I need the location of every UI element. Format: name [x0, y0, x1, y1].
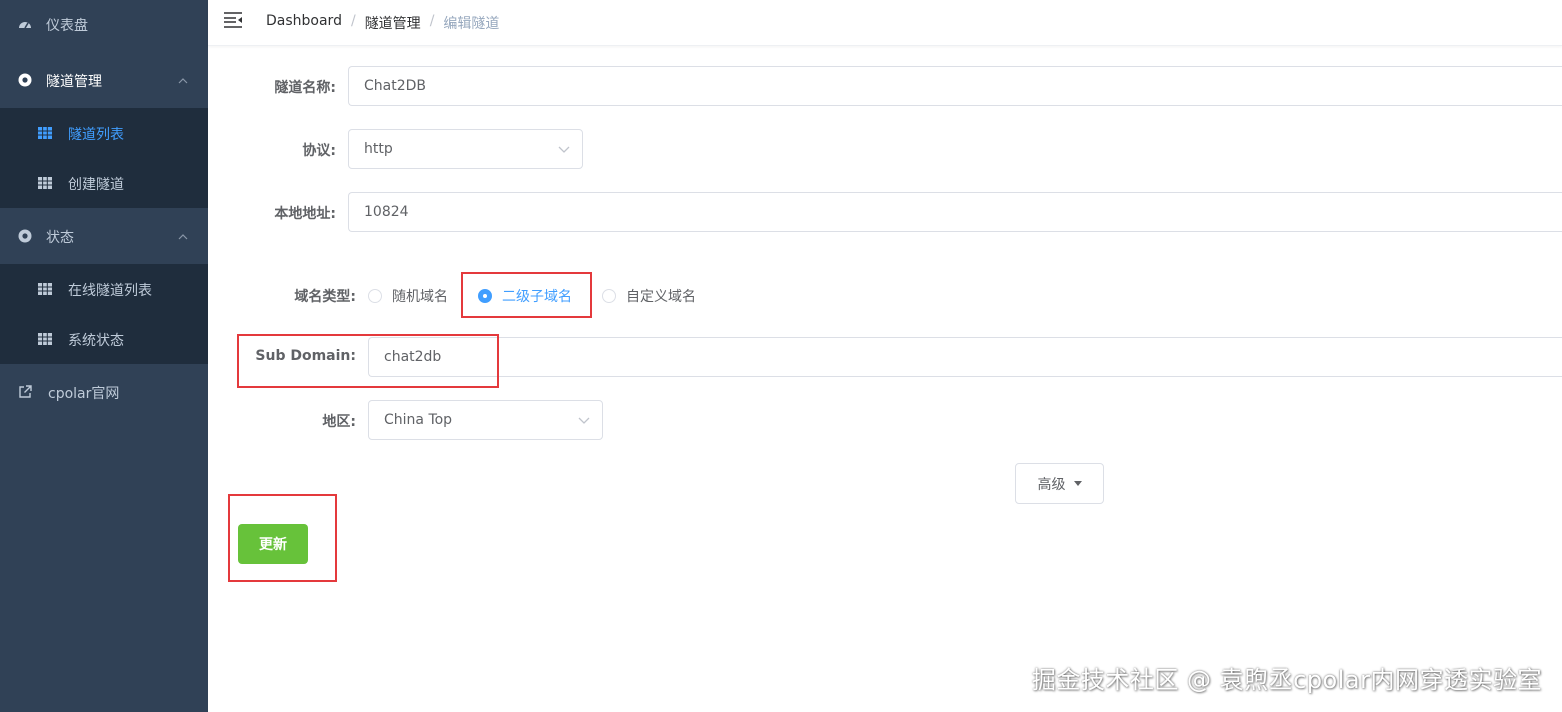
watermark: 掘金技术社区 @ 袁煦丞cpolar内网穿透实验室 [1031, 666, 1542, 694]
menu-item-tunnel-management[interactable]: 隧道管理 [0, 56, 208, 106]
radio-label: 随机域名 [392, 289, 448, 305]
breadcrumb-separator: / [429, 13, 435, 29]
submenu-label: 隧道列表 [68, 127, 124, 143]
external-link-icon [19, 385, 32, 398]
tunnel-name-label: 隧道名称: [274, 80, 336, 96]
radio-circle [602, 289, 616, 303]
radio-circle [368, 289, 382, 303]
sidebar: 仪表盘 隧道管理 隧道列表 创建隧道 状态 在线隧道列表 系统状态 cpolar… [0, 0, 208, 712]
sidebar-item-create-tunnel[interactable]: 创建隧道 [0, 158, 208, 208]
table-icon [38, 177, 52, 189]
radio-custom-domain[interactable]: 自定义域名 [602, 286, 696, 306]
radio-random-domain[interactable]: 随机域名 [368, 286, 448, 306]
local-address-input[interactable]: 10824 [348, 192, 1562, 232]
chevron-up-icon [178, 78, 188, 84]
protocol-select[interactable]: http [348, 129, 583, 169]
menu-label: 仪表盘 [46, 18, 88, 34]
chevron-down-icon [558, 146, 570, 153]
navbar: Dashboard / 隧道管理 / 编辑隧道 [208, 0, 1562, 46]
advanced-button[interactable]: 高级 [1015, 463, 1104, 504]
submenu-label: 系统状态 [68, 333, 124, 349]
protocol-value: http [364, 141, 393, 157]
menu-item-dashboard[interactable]: 仪表盘 [0, 0, 208, 50]
caret-down-icon [1073, 481, 1082, 486]
chevron-down-icon [578, 417, 590, 424]
table-icon [38, 333, 52, 345]
sidebar-item-online-tunnels[interactable]: 在线隧道列表 [0, 264, 208, 314]
radio-label: 自定义域名 [626, 289, 696, 305]
lifebuoy-icon [18, 229, 32, 243]
dashboard-icon [19, 22, 31, 29]
local-address-value: 10824 [364, 204, 409, 220]
submenu-label: 创建隧道 [68, 177, 124, 193]
menu-item-cpolar-site[interactable]: cpolar官网 [0, 368, 208, 418]
breadcrumb-separator: / [350, 13, 356, 29]
sidebar-item-system-status[interactable]: 系统状态 [0, 314, 208, 364]
table-icon [38, 283, 52, 295]
breadcrumb-dashboard[interactable]: Dashboard [266, 13, 342, 33]
tunnel-name-value: Chat2DB [364, 78, 427, 94]
lifebuoy-icon [18, 73, 32, 87]
breadcrumb: Dashboard / 隧道管理 / 编辑隧道 [266, 13, 499, 33]
menu-item-status[interactable]: 状态 [0, 212, 208, 262]
table-icon [38, 127, 52, 139]
highlight-box-subdomain-option [461, 272, 592, 318]
submenu-label: 在线隧道列表 [68, 283, 152, 299]
tunnel-name-input[interactable]: Chat2DB [348, 66, 1562, 106]
region-label: 地区: [322, 414, 356, 430]
highlight-box-subdomain-field [237, 334, 499, 388]
menu-label: 状态 [46, 230, 74, 246]
local-address-label: 本地地址: [274, 206, 336, 222]
highlight-box-update-button [228, 494, 337, 582]
menu-label: 隧道管理 [46, 74, 102, 90]
menu-label: cpolar官网 [48, 386, 120, 402]
protocol-label: 协议: [302, 143, 336, 159]
breadcrumb-tunnel-management[interactable]: 隧道管理 [365, 13, 421, 33]
region-value: China Top [384, 412, 453, 428]
advanced-label: 高级 [1037, 476, 1066, 493]
breadcrumb-edit-tunnel: 编辑隧道 [443, 16, 500, 32]
hamburger-icon[interactable] [224, 12, 242, 28]
sidebar-item-tunnel-list[interactable]: 隧道列表 [0, 108, 208, 158]
domain-type-label: 域名类型: [294, 289, 356, 305]
chevron-up-icon [178, 234, 188, 240]
subdomain-input[interactable]: chat2db [368, 337, 1562, 377]
region-select[interactable]: China Top [368, 400, 603, 440]
